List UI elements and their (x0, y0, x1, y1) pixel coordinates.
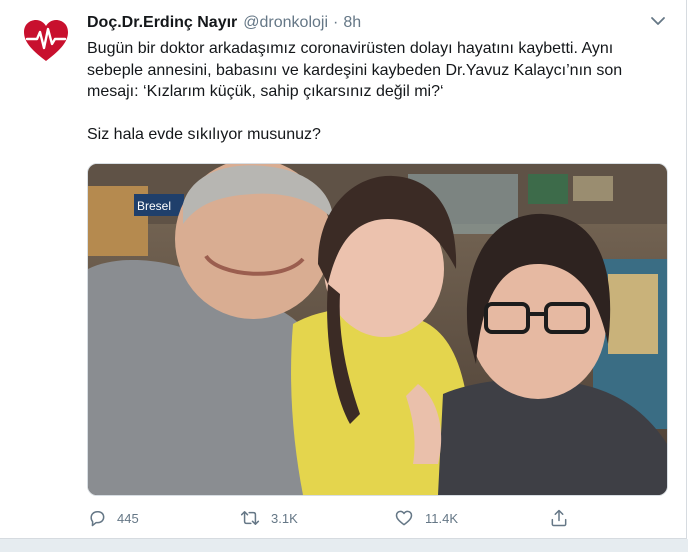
more-options-button[interactable] (650, 14, 666, 28)
like-count: 11.4K (425, 510, 459, 526)
tweet-header: Doç.Dr.Erdinç Nayır @dronkoloji · 8h (87, 14, 361, 36)
tweet-card[interactable]: Doç.Dr.Erdinç Nayır @dronkoloji · 8h Bug… (0, 0, 687, 539)
retweet-icon (240, 511, 260, 525)
heart-icon (395, 510, 413, 526)
separator-dot: · (333, 14, 339, 31)
tweet-text-line: mesajı: ‘Kızlarım küçük, sahip çıkarsını… (87, 83, 444, 100)
like-button[interactable]: 11.4K (393, 506, 458, 530)
share-icon (551, 509, 567, 527)
tweet-text-line: Siz hala evde sıkılıyor musunuz? (87, 126, 321, 143)
reply-button[interactable]: 445 (87, 506, 139, 530)
author-display-name[interactable]: Doç.Dr.Erdinç Nayır (87, 14, 237, 32)
tweet-text-line: Bugün bir doktor arkadaşımız coronavirüs… (87, 40, 614, 57)
tweet-photo[interactable]: Bresel (87, 163, 668, 496)
reply-icon (90, 511, 105, 527)
heart-pulse-logo-icon (24, 20, 68, 61)
chevron-down-icon (651, 17, 665, 25)
author-handle[interactable]: @dronkoloji (243, 14, 328, 32)
tweet-text-line: sebeple annesini, babasını ve kardeşini … (87, 61, 623, 79)
timeline-divider (0, 539, 688, 552)
share-button[interactable] (549, 506, 569, 530)
store-sign: Bresel (137, 199, 171, 213)
tweet-timestamp[interactable]: 8h (343, 14, 361, 32)
retweet-count: 3.1K (271, 510, 298, 526)
retweet-button[interactable]: 3.1K (239, 506, 298, 530)
family-photo: Bresel (88, 164, 667, 495)
avatar[interactable] (20, 15, 72, 67)
reply-count: 445 (117, 510, 139, 526)
tweet-actions: 445 3.1K 11.4K (87, 506, 587, 530)
tweet-text: Bugün bir doktor arkadaşımız coronavirüs… (87, 38, 672, 146)
